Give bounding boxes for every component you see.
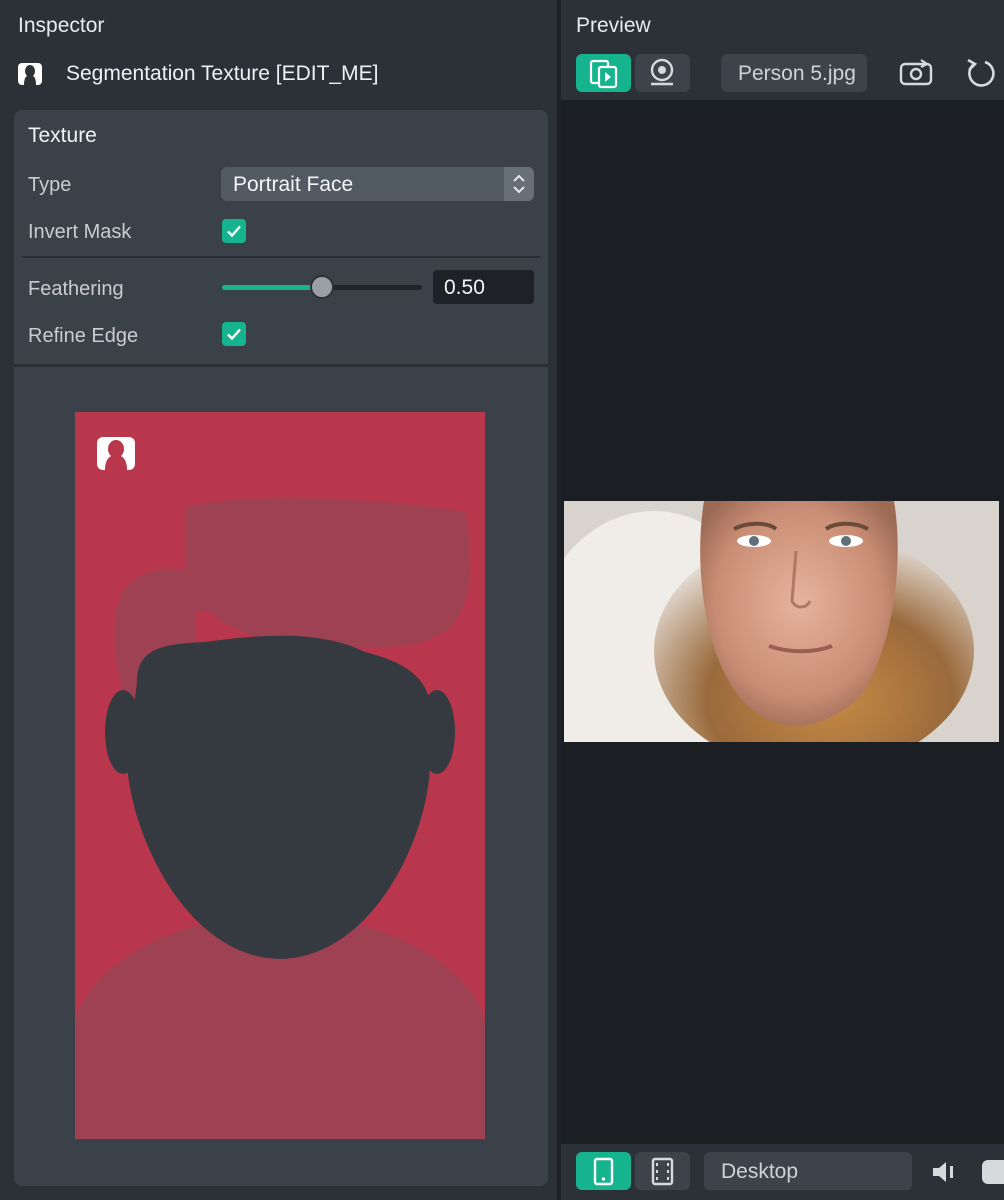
swap-camera-icon: [899, 59, 933, 86]
preview-bottom-bar: Desktop: [561, 1144, 1004, 1200]
preview-viewport[interactable]: [561, 100, 1004, 1144]
feathering-label: Feathering: [28, 278, 124, 300]
film-view-button[interactable]: [635, 1152, 690, 1190]
film-strip-icon: [651, 1157, 674, 1186]
segmentation-icon: [97, 437, 135, 470]
device-name: Desktop: [721, 1160, 799, 1183]
checkmark-icon: [227, 328, 241, 341]
type-label: Type: [28, 174, 72, 196]
select-stepper[interactable]: [504, 167, 534, 201]
preview-toolbar: Person 5.jpg: [561, 50, 1004, 100]
preview-file-selector[interactable]: Person 5.jpg: [721, 54, 867, 92]
swap-camera-button[interactable]: [891, 54, 941, 92]
texture-section: Texture Type Portrait Face Invert Mask F…: [14, 110, 548, 1186]
record-toggle[interactable]: [982, 1160, 1004, 1184]
volume-icon[interactable]: [929, 1158, 959, 1186]
inspector-title: Inspector: [18, 14, 105, 37]
asset-name: Segmentation Texture [EDIT_ME]: [66, 62, 379, 85]
invert-mask-label: Invert Mask: [28, 221, 132, 243]
checkmark-icon: [227, 225, 241, 238]
webcam-button[interactable]: [635, 54, 690, 92]
preview-file-name: Person 5.jpg: [738, 62, 856, 85]
invert-mask-checkbox[interactable]: [222, 219, 246, 243]
feathering-value: 0.50: [444, 276, 485, 299]
photo-video-mode-button[interactable]: [576, 54, 631, 92]
slider-thumb[interactable]: [310, 275, 334, 299]
preview-panel: Preview Person 5.jpg Desktop: [561, 0, 1004, 1200]
mobile-device-icon: [593, 1157, 614, 1186]
asset-header: Segmentation Texture [EDIT_ME]: [0, 50, 558, 98]
feathering-input[interactable]: 0.50: [433, 270, 534, 304]
section-title-texture: Texture: [28, 124, 97, 147]
webcam-icon: [650, 58, 674, 86]
type-select-value: Portrait Face: [233, 173, 354, 196]
app-window: Inspector Segmentation Texture [EDIT_ME]…: [0, 0, 1004, 1200]
segmentation-icon: [18, 63, 42, 85]
device-selector[interactable]: Desktop: [704, 1152, 912, 1190]
feathering-slider[interactable]: [222, 275, 422, 299]
divider: [22, 256, 540, 258]
segmentation-mask-preview: [75, 412, 485, 1139]
reset-icon: [967, 58, 995, 87]
preview-render-image: [564, 501, 999, 742]
reset-button[interactable]: [957, 54, 1004, 92]
mobile-view-button[interactable]: [576, 1152, 631, 1190]
chevron-up-down-icon: [513, 174, 525, 194]
slider-fill: [222, 285, 322, 290]
photo-video-icon: [589, 59, 618, 89]
refine-edge-checkbox[interactable]: [222, 322, 246, 346]
refine-edge-label: Refine Edge: [28, 325, 139, 347]
texture-preview-area: [14, 364, 548, 1186]
type-select[interactable]: Portrait Face: [221, 167, 534, 201]
inspector-panel: Inspector Segmentation Texture [EDIT_ME]…: [0, 0, 558, 1200]
preview-title: Preview: [576, 14, 651, 37]
